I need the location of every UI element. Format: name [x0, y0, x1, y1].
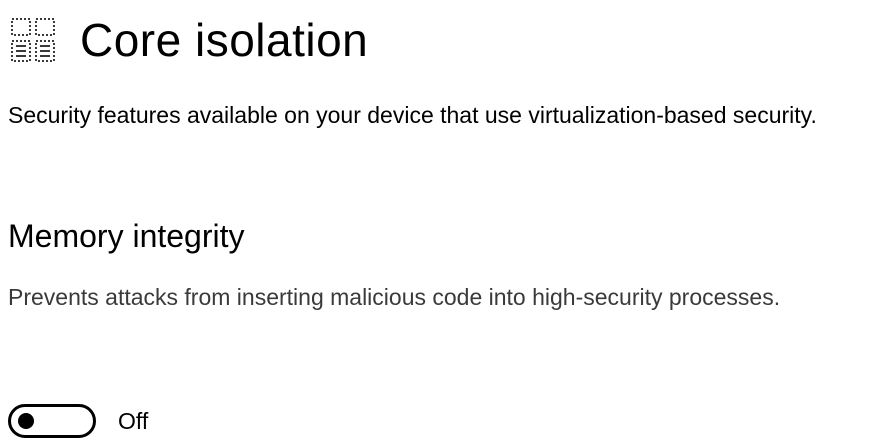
- toggle-state-label: Off: [118, 408, 149, 434]
- memory-integrity-toggle[interactable]: [8, 404, 96, 438]
- core-isolation-page: Core isolation Security features availab…: [8, 0, 878, 440]
- page-title: Core isolation: [80, 14, 369, 66]
- memory-integrity-description: Prevents attacks from inserting maliciou…: [8, 284, 781, 310]
- section-description: Security features available on your devi…: [8, 102, 817, 128]
- memory-integrity-heading: Memory integrity: [8, 218, 245, 254]
- toggle-knob: [18, 413, 34, 429]
- page-header: Core isolation: [8, 8, 368, 72]
- core-isolation-chip-icon: [8, 15, 58, 65]
- memory-integrity-toggle-row: Off: [8, 404, 148, 438]
